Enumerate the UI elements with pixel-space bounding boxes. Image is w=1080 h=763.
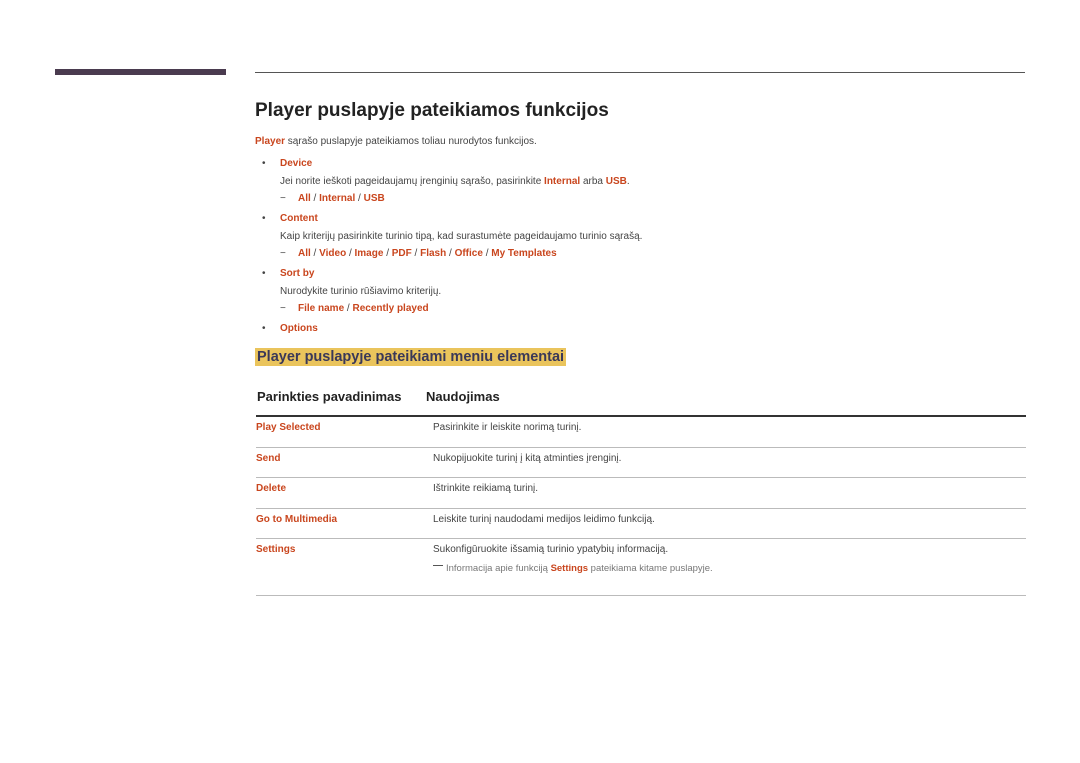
- option-line: − File name / Recently played: [280, 303, 429, 314]
- list-item: • Device: [262, 155, 642, 173]
- row-note: Informacija apie funkciją Settings patei…: [433, 563, 713, 574]
- option-usage: Nukopijuokite turinį į kitą atminties įr…: [433, 452, 622, 464]
- column-header-name: Parinkties pavadinimas: [257, 389, 402, 404]
- page-title: Player puslapyje pateikiamos funkcijos: [255, 100, 609, 121]
- option-name: Delete: [256, 483, 287, 494]
- top-rule: [255, 72, 1025, 73]
- option: Flash: [420, 248, 447, 259]
- item-description: Kaip kriterijų pasirinkite turinio tipą,…: [280, 231, 643, 242]
- bullet: •: [262, 323, 266, 334]
- option: File name: [298, 303, 345, 314]
- item-description: Jei norite ieškoti pageidaujamų įrengini…: [280, 176, 630, 187]
- option-usage: Pasirinkite ir leiskite norimą turinį.: [433, 422, 582, 433]
- option-name: Settings: [256, 544, 296, 555]
- option: All: [298, 248, 311, 259]
- table-row: Play Selected Pasirinkite ir leiskite nor…: [256, 416, 1026, 448]
- option-line: − All / Internal / USB: [280, 193, 385, 204]
- option: PDF: [391, 248, 412, 259]
- bullet: •: [262, 213, 266, 224]
- table-row: Settings Sukonfigūruokite išsamią turinio…: [256, 538, 1026, 596]
- option-name: Play Selected: [256, 422, 321, 433]
- option-usage: Sukonfigūruokite išsamią turinio ypatybi…: [433, 544, 669, 555]
- table-row: Delete Ištrinkite reikiamą turinį.: [256, 477, 1026, 509]
- section-title: Player puslapyje pateikiami meniu elemen…: [255, 348, 567, 366]
- option-usage: Ištrinkite reikiamą turinį.: [433, 483, 539, 494]
- option: Office: [454, 248, 483, 259]
- list-item: • Options: [262, 320, 642, 338]
- table-row: Send Nukopijuokite turinį į kitą atmintie…: [256, 447, 1026, 478]
- option: My Templates: [491, 248, 557, 259]
- list-item: • Content: [262, 210, 642, 228]
- option: Internal: [319, 193, 356, 204]
- option-name: Send: [256, 452, 281, 464]
- intro-text: Player sąrašo puslapyje pateikiamos toli…: [255, 136, 537, 147]
- option: USB: [363, 193, 385, 204]
- table-row: Go to Multimedia Leiskite turinį naudodam…: [256, 508, 1026, 539]
- sidebar-bar: [55, 69, 226, 75]
- option-usage: Leiskite turinį naudodami medijos leidim…: [433, 513, 655, 525]
- option-line: − All / Video / Image / PDF / Flash / Off…: [280, 248, 557, 259]
- bullet: •: [262, 268, 266, 279]
- column-header-usage: Naudojimas: [426, 389, 500, 404]
- option: Video: [319, 248, 347, 259]
- item-description: Nurodykite turinio rūšiavimo kriterijų.: [280, 286, 442, 297]
- option: All: [298, 193, 311, 204]
- option-name: Go to Multimedia: [256, 513, 338, 525]
- option: Image: [354, 248, 384, 259]
- list-item: • Sort by: [262, 265, 642, 283]
- option: Recently played: [352, 303, 429, 314]
- function-list: • Device Jei norite ieškoti pageidaujamų į…: [262, 155, 642, 340]
- bullet: •: [262, 158, 266, 169]
